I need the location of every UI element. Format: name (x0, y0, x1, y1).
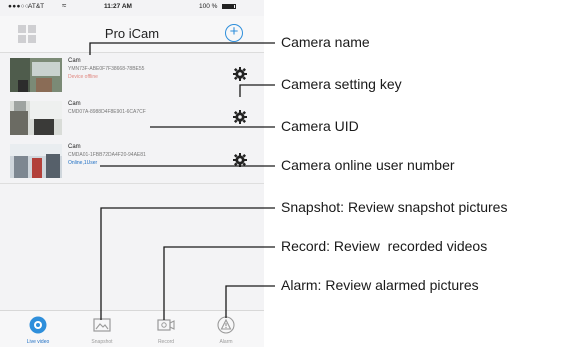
camera-status: Online,1User (68, 160, 98, 166)
signal-indicator: ●●●○○ (8, 3, 30, 10)
annotation-snapshot: Snapshot: Review snapshot pictures (281, 199, 508, 215)
tab-label: Alarm (219, 339, 233, 345)
camera-row[interactable]: Cam CMD07A-8988D4F8E901-6CA7CF (0, 96, 264, 141)
snapshot-icon (93, 318, 111, 332)
tab-label: Live video (26, 339, 50, 345)
camera-uid: CMDA01-1FBB72DA4F20-94AE81 (68, 152, 146, 158)
camera-thumbnail (10, 101, 62, 135)
gear-icon[interactable] (233, 110, 247, 124)
camera-row[interactable]: Cam CMDA01-1FBB72DA4F20-94AE81 Online,1U… (0, 139, 264, 184)
live-video-icon (29, 316, 47, 334)
battery-percent: 100 % (199, 3, 218, 10)
camera-name: Cam (68, 144, 81, 150)
camera-uid: YMN73F-ABE0F7F38668-78BE55 (68, 66, 145, 72)
add-camera-icon[interactable]: + (225, 24, 243, 42)
tab-live-video[interactable]: Live video (8, 311, 68, 347)
camera-thumbnail (10, 144, 62, 178)
clock: 11:27 AM (104, 3, 132, 10)
nav-bar: Pro iCam + (0, 16, 264, 53)
tab-label: Record (157, 339, 175, 345)
battery-icon (222, 4, 236, 9)
annotation-camera-setting-key: Camera setting key (281, 76, 402, 92)
status-bar: ●●●○○ AT&T ≈ 11:27 AM 100 % (0, 0, 264, 14)
camera-name: Cam (68, 101, 81, 107)
gear-icon[interactable] (233, 153, 247, 167)
annotation-record: Record: Review recorded videos (281, 238, 488, 254)
tab-alarm[interactable]: Alarm (196, 311, 256, 347)
gear-icon[interactable] (233, 67, 247, 81)
annotation-camera-name: Camera name (281, 34, 370, 50)
annotation-camera-uid: Camera UID (281, 118, 359, 134)
phone-screen: ●●●○○ AT&T ≈ 11:27 AM 100 % Pro iCam + C… (0, 0, 264, 347)
record-icon (157, 319, 175, 331)
tab-bar: Live video Snapshot Record Alarm (0, 310, 264, 347)
camera-status: Device offline (68, 74, 98, 80)
wifi-icon: ≈ (62, 1, 67, 10)
annotation-alarm: Alarm: Review alarmed pictures (281, 277, 479, 293)
alarm-icon (217, 316, 235, 334)
carrier-label: AT&T (28, 3, 45, 10)
camera-thumbnail (10, 58, 62, 92)
tab-label: Snapshot (91, 339, 113, 345)
camera-row[interactable]: Cam YMN73F-ABE0F7F38668-78BE55 Device of… (0, 53, 264, 98)
camera-name: Cam (68, 58, 81, 64)
annotation-camera-online-user-number: Camera online user number (281, 157, 455, 173)
tab-snapshot[interactable]: Snapshot (72, 311, 132, 347)
tab-record[interactable]: Record (136, 311, 196, 347)
camera-uid: CMD07A-8988D4F8E901-6CA7CF (68, 109, 146, 115)
